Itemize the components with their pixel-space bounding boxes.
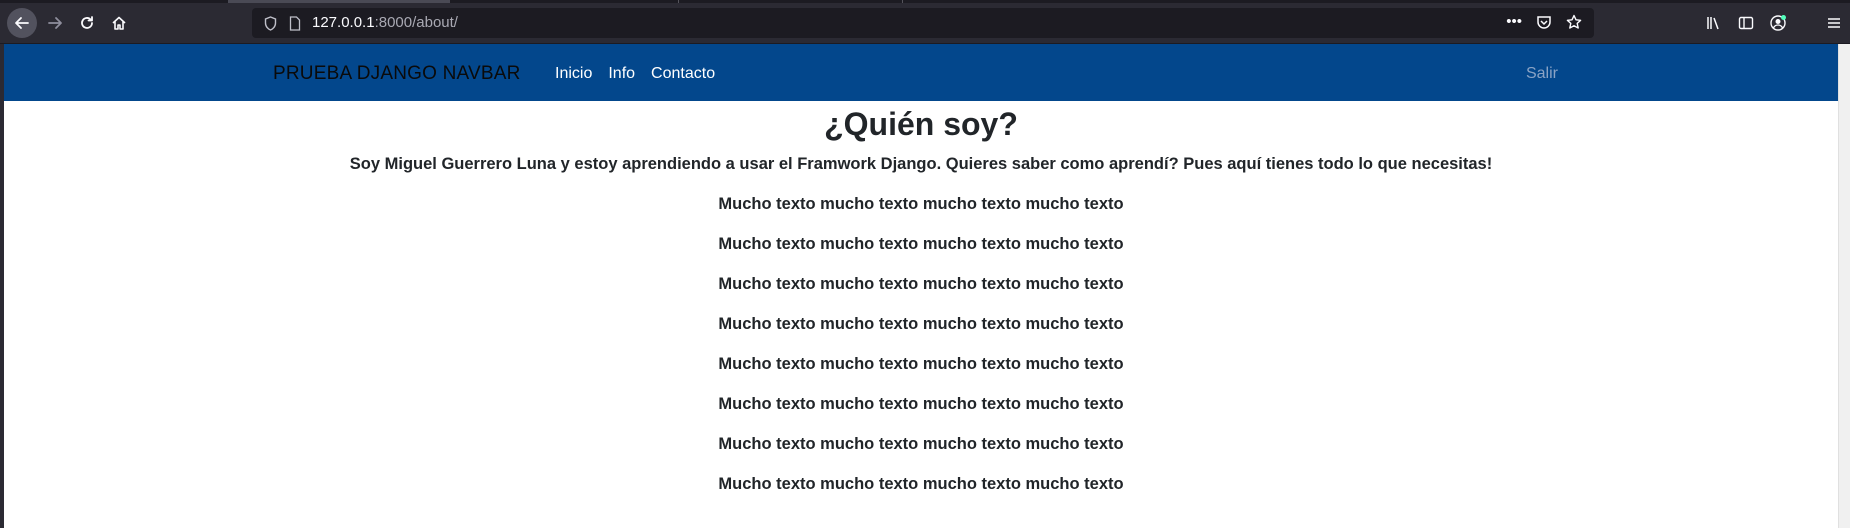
- body-paragraph: Mucho texto mucho texto mucho texto much…: [718, 395, 1124, 413]
- back-button[interactable]: [7, 8, 37, 38]
- url-host: 127.0.0.1: [312, 14, 375, 31]
- intro-text: Soy Miguel Guerrero Luna y estoy aprendi…: [349, 155, 1493, 173]
- body-paragraph: Mucho texto mucho texto mucho texto much…: [718, 235, 1124, 253]
- body-paragraph: Mucho texto mucho texto mucho texto much…: [718, 435, 1124, 453]
- arrow-left-icon: [15, 17, 29, 29]
- site-navbar: PRUEBA DJANGO NAVBAR Inicio Info Contact…: [4, 44, 1838, 101]
- tab-separator: [678, 0, 679, 3]
- forward-button[interactable]: [40, 8, 70, 38]
- url-bar-actions: •••: [1506, 13, 1582, 30]
- pocket-icon[interactable]: [1536, 14, 1552, 30]
- bookmark-star-icon[interactable]: [1566, 14, 1582, 30]
- reload-icon: [81, 16, 93, 29]
- logout-link[interactable]: Salir: [1526, 65, 1558, 83]
- body-paragraph: Mucho texto mucho texto mucho texto much…: [718, 355, 1124, 373]
- active-tab[interactable]: [228, 0, 450, 3]
- tracking-protection-icon[interactable]: [262, 14, 278, 32]
- body-paragraph: Mucho texto mucho texto mucho texto much…: [718, 275, 1124, 293]
- body-paragraph: Mucho texto mucho texto mucho texto much…: [718, 475, 1124, 493]
- account-icon[interactable]: [1762, 10, 1794, 36]
- reload-button[interactable]: [72, 8, 102, 38]
- home-button[interactable]: [104, 8, 134, 38]
- page-icon[interactable]: [288, 14, 302, 32]
- vertical-scrollbar[interactable]: [1838, 44, 1850, 528]
- url-text[interactable]: 127.0.0.1:8000/about/: [312, 14, 458, 31]
- body-paragraph: Mucho texto mucho texto mucho texto much…: [718, 195, 1124, 213]
- library-icon[interactable]: [1698, 10, 1730, 36]
- nav-link-inicio[interactable]: Inicio: [555, 65, 592, 83]
- about-content: ¿Quién soy? Soy Miguel Guerrero Luna y e…: [4, 101, 1838, 495]
- page-viewport: PRUEBA DJANGO NAVBAR Inicio Info Contact…: [4, 44, 1838, 528]
- url-bar[interactable]: 127.0.0.1:8000/about/ •••: [252, 8, 1594, 38]
- nav-links: Inicio Info Contacto: [555, 65, 715, 83]
- page-actions-icon[interactable]: •••: [1506, 13, 1522, 30]
- tab-separator: [902, 0, 903, 3]
- navbar-brand[interactable]: PRUEBA DJANGO NAVBAR: [273, 63, 521, 85]
- page-title: ¿Quién soy?: [824, 106, 1018, 142]
- nav-link-info[interactable]: Info: [608, 65, 635, 83]
- nav-link-contacto[interactable]: Contacto: [651, 65, 715, 83]
- sidebar-icon[interactable]: [1730, 10, 1762, 36]
- toolbar-right: [1698, 10, 1850, 36]
- url-path: :8000/about/: [374, 14, 458, 31]
- home-icon: [112, 16, 126, 30]
- menu-icon[interactable]: [1818, 10, 1850, 36]
- arrow-right-icon: [48, 17, 62, 29]
- browser-toolbar: 127.0.0.1:8000/about/ •••: [0, 0, 1850, 44]
- body-paragraph: Mucho texto mucho texto mucho texto much…: [718, 315, 1124, 333]
